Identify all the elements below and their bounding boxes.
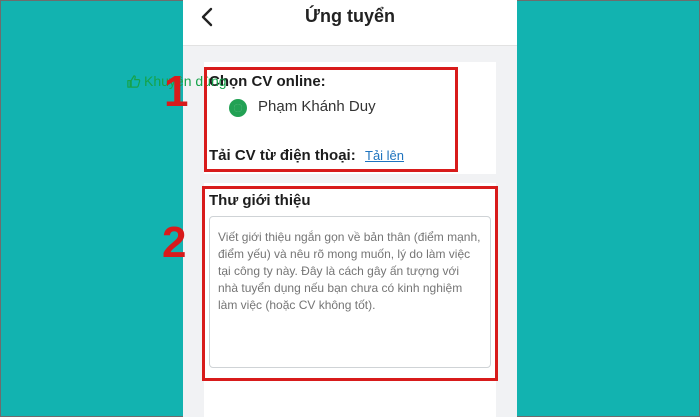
highlight-box-1 (204, 67, 458, 172)
step-number-1: 1 (164, 67, 189, 116)
app-header: Ứng tuyển (183, 0, 517, 46)
highlight-box-2 (202, 186, 498, 381)
step-number-2: 2 (162, 218, 187, 267)
thumbs-up-icon (127, 74, 141, 88)
page-title: Ứng tuyển (305, 6, 395, 26)
